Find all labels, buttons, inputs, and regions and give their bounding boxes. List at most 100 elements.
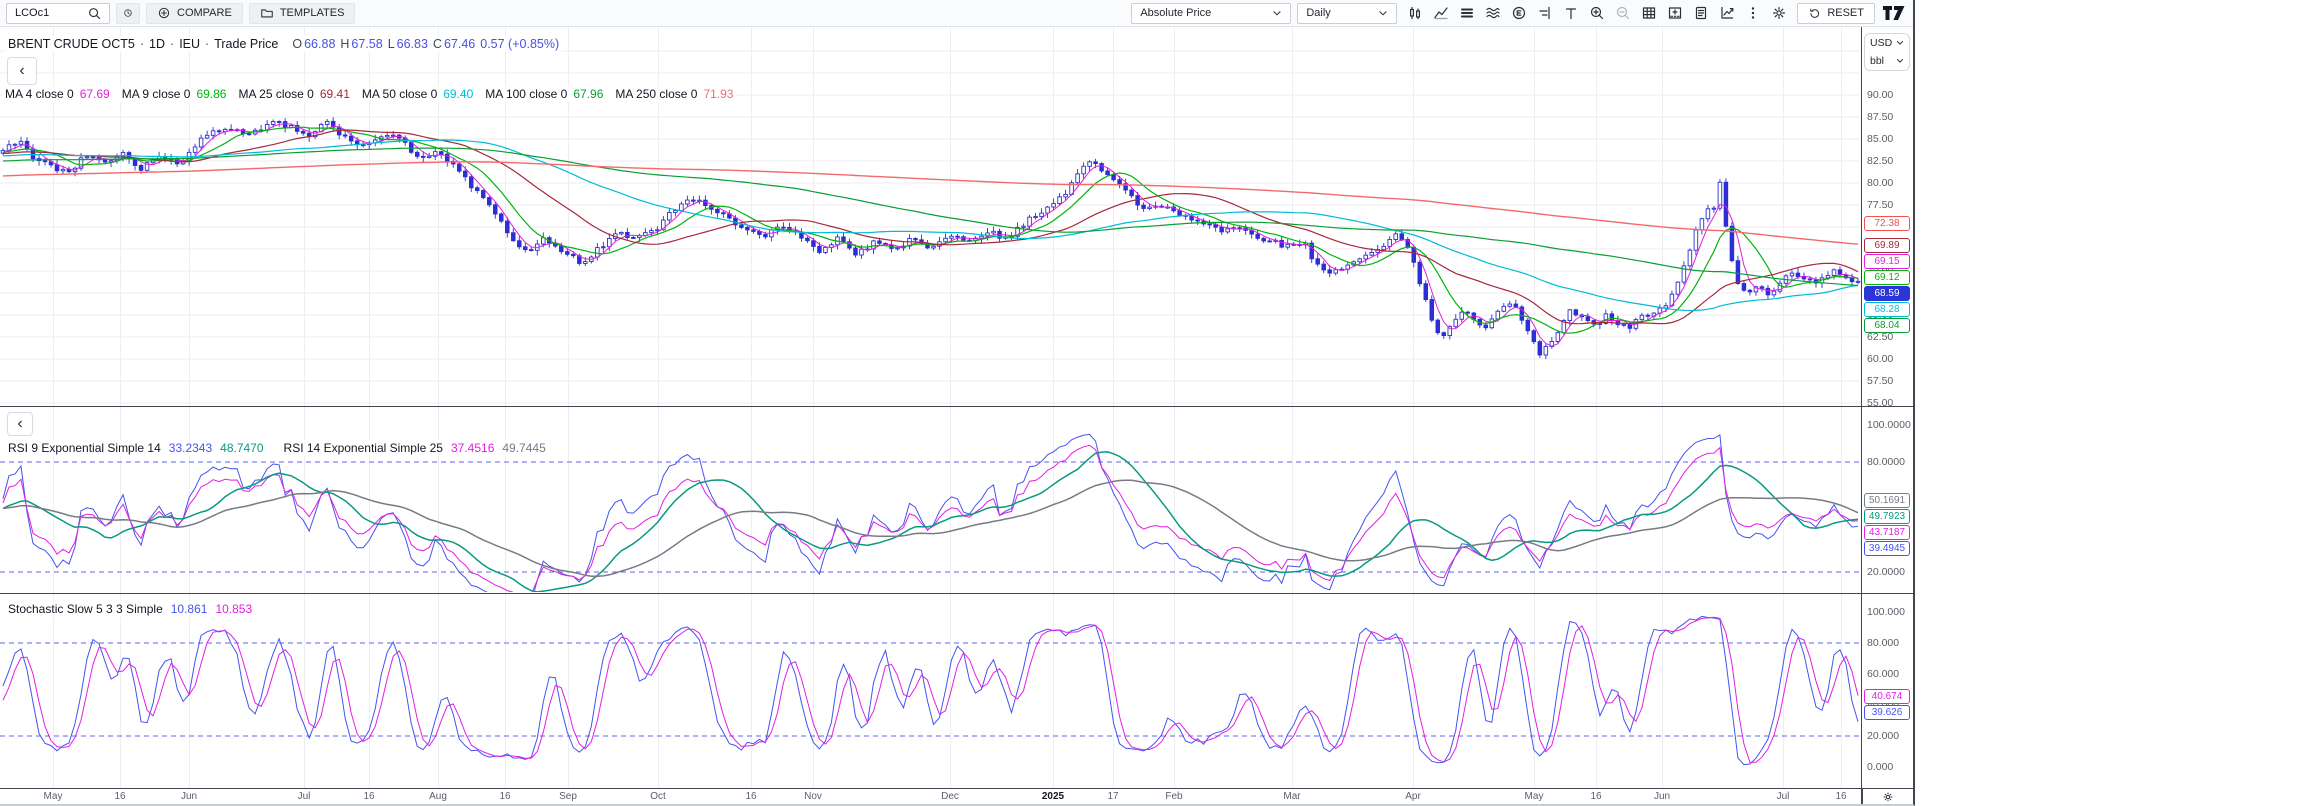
axis-adjust-icon	[1537, 5, 1553, 21]
chart-export-icon	[1719, 5, 1735, 21]
zoom-in-icon	[1589, 5, 1605, 21]
time-tick: 16	[745, 791, 756, 802]
line-chart-icon	[1433, 5, 1449, 21]
tradingview-logo[interactable]	[1883, 6, 1905, 20]
currency-select[interactable]: USD	[1865, 34, 1909, 52]
compare-button[interactable]: COMPARE	[146, 3, 243, 24]
search-icon	[87, 6, 102, 21]
symbol-input[interactable]	[15, 7, 87, 19]
time-scale[interactable]: May16JunJul16Aug16SepOct16NovDec202517Fe…	[0, 788, 1861, 805]
rows-icon	[1459, 5, 1475, 21]
stochastic-value: 10.853	[215, 602, 252, 616]
line-chart-button[interactable]	[1429, 2, 1453, 24]
price-tick: 55.00	[1867, 397, 1893, 409]
price-tick: 80.00	[1867, 177, 1893, 189]
chevron-down-icon	[1896, 40, 1904, 46]
reset-button[interactable]: RESET	[1797, 3, 1875, 24]
price-tick: 85.00	[1867, 133, 1893, 145]
candlestick-chart-button[interactable]	[1403, 2, 1427, 24]
time-tick: 16	[114, 791, 125, 802]
overlay-waves-button[interactable]	[1481, 2, 1505, 24]
ma-value: 69.86	[196, 87, 226, 101]
currency-value: USD	[1870, 37, 1892, 49]
collapse-main-legend-button[interactable]: ‹	[7, 57, 37, 85]
interval-history-button[interactable]	[116, 3, 140, 24]
events-button[interactable]	[1507, 2, 1531, 24]
price-label: 69.15	[1864, 254, 1910, 269]
add-panel-button[interactable]	[1663, 2, 1687, 24]
rsi-tick: 100.0000	[1867, 419, 1911, 431]
document-icon	[1693, 5, 1709, 21]
price-label: 72.38	[1864, 216, 1910, 231]
time-tick: 17	[1107, 791, 1118, 802]
interval-select[interactable]: Daily	[1297, 3, 1397, 24]
table-view-button[interactable]	[1637, 2, 1661, 24]
time-tick: 16	[1590, 791, 1601, 802]
rsi-value: 48.7470	[220, 441, 263, 455]
zoom-in-button[interactable]	[1585, 2, 1609, 24]
time-tick: Feb	[1165, 791, 1182, 802]
price-tick: 90.00	[1867, 89, 1893, 101]
top-toolbar: COMPARE TEMPLATES Absolute Price Daily	[0, 0, 1913, 27]
rsi-label: 39.4945	[1864, 541, 1910, 556]
unit-select[interactable]: bbl	[1865, 52, 1909, 70]
price-label: 68.28	[1864, 302, 1910, 317]
price-mode-select[interactable]: Absolute Price	[1131, 3, 1291, 24]
rsi-label: 49.7923	[1864, 509, 1910, 524]
time-tick: Mar	[1283, 791, 1300, 802]
folder-icon	[260, 6, 274, 20]
stoch-label: 40.674	[1864, 689, 1910, 704]
chevron-left-icon: ‹	[19, 63, 24, 79]
price-tick: 60.00	[1867, 353, 1893, 365]
chevron-down-icon	[1896, 58, 1904, 64]
symbol-search-box[interactable]	[6, 3, 110, 24]
clock-icon	[123, 6, 133, 20]
waves-icon	[1485, 5, 1501, 21]
candlestick-icon	[1407, 5, 1423, 21]
ma-label: MA 250 close 0	[615, 87, 697, 101]
export-chart-button[interactable]	[1715, 2, 1739, 24]
scale-settings-button[interactable]	[1862, 788, 1913, 804]
tradingview-logo-glyph	[1883, 6, 1905, 20]
stochastic-legend: Stochastic Slow 5 3 3 Simple 10.861 10.8…	[5, 601, 255, 617]
stacked-rows-button[interactable]	[1455, 2, 1479, 24]
chevron-down-icon	[1272, 10, 1282, 17]
chart-application: COMPARE TEMPLATES Absolute Price Daily	[0, 0, 1915, 806]
templates-button[interactable]: TEMPLATES	[249, 3, 356, 24]
high-value: 67.58	[351, 37, 382, 51]
time-tick: Oct	[650, 791, 666, 802]
rsi-legend: RSI 9 Exponential Simple 14 33.2343 48.7…	[5, 440, 549, 456]
circled-e-icon	[1511, 5, 1527, 21]
time-tick: 16	[363, 791, 374, 802]
text-annotation-button[interactable]	[1559, 2, 1583, 24]
chart-settings-button[interactable]	[1767, 2, 1791, 24]
time-tick: 16	[499, 791, 510, 802]
time-tick: Dec	[941, 791, 959, 802]
ma-legend: MA 4 close 067.69 MA 9 close 069.86 MA 2…	[2, 86, 736, 102]
time-tick: May	[44, 791, 63, 802]
more-options-button[interactable]	[1741, 2, 1765, 24]
rsi-label: 50.1691	[1864, 493, 1910, 508]
time-tick: Nov	[804, 791, 822, 802]
stochastic-study-label: Stochastic Slow 5 3 3 Simple	[8, 602, 163, 616]
price-tick: 82.50	[1867, 155, 1893, 167]
rsi-value: 49.7445	[502, 441, 545, 455]
zoom-out-button[interactable]	[1611, 2, 1635, 24]
close-value: 67.46	[444, 37, 475, 51]
unit-value: bbl	[1870, 55, 1884, 67]
chart-tools-group	[1403, 2, 1791, 24]
axis-scale-button[interactable]	[1533, 2, 1557, 24]
change-value: 0.57 (+0.85%)	[480, 37, 559, 51]
plus-circle-icon	[157, 6, 171, 20]
templates-label: TEMPLATES	[280, 7, 345, 19]
ma-value: 71.93	[703, 87, 733, 101]
collapse-rsi-legend-button[interactable]: ‹	[7, 412, 33, 436]
ma-label: MA 50 close 0	[362, 87, 437, 101]
news-button[interactable]	[1689, 2, 1713, 24]
stoch-tick: 80.000	[1867, 637, 1899, 649]
stoch-tick: 20.000	[1867, 730, 1899, 742]
chart-canvas[interactable]	[0, 0, 1913, 804]
low-value: 66.83	[397, 37, 428, 51]
gear-icon	[1771, 5, 1787, 21]
series-type: Trade Price	[214, 37, 278, 51]
